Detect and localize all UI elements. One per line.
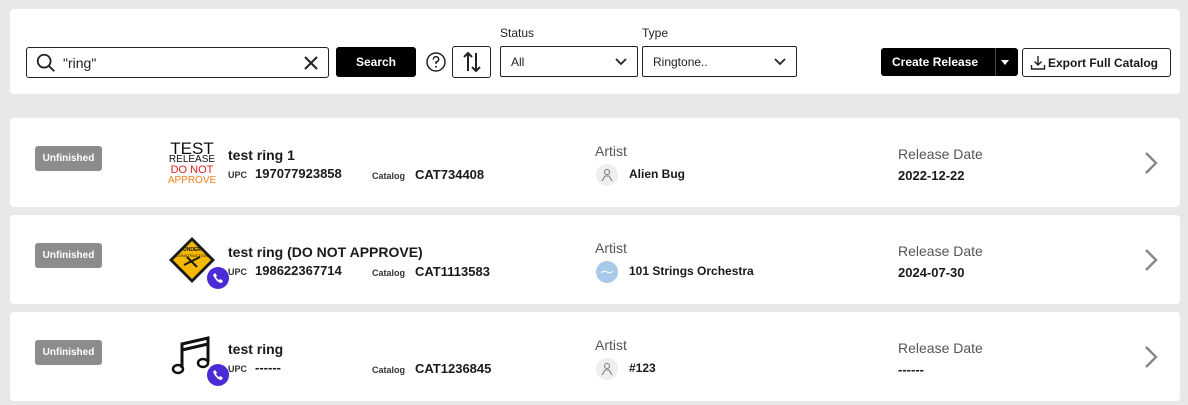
chevron-right-icon[interactable] — [1141, 247, 1161, 273]
phone-icon — [207, 364, 229, 386]
type-label: Type — [642, 26, 669, 40]
button-divider — [995, 48, 996, 76]
release-card[interactable]: Unfinished test ring UPC ------ Catalog … — [10, 312, 1180, 401]
release-artwork: TEST RELEASE DO NOT APPROVE — [167, 138, 217, 188]
search-field[interactable] — [63, 54, 302, 71]
upc-value: ------ — [255, 360, 281, 375]
upc-label: UPC — [228, 267, 248, 277]
upc-label: UPC — [228, 170, 248, 180]
upc-value: 198622367714 — [255, 263, 342, 278]
avatar — [596, 261, 618, 283]
artist-label: Artist — [595, 143, 627, 159]
status-badge: Unfinished — [35, 146, 102, 171]
release-title: test ring — [228, 341, 284, 357]
status-value: All — [511, 54, 525, 69]
artwork-text: CONSTRUCTION — [175, 253, 209, 258]
chevron-right-icon[interactable] — [1141, 344, 1161, 370]
artist-label: Artist — [595, 240, 627, 256]
artist-name: 101 Strings Orchestra — [629, 264, 754, 278]
status-badge: Unfinished — [35, 243, 102, 268]
download-icon — [1030, 55, 1046, 70]
chevron-right-icon[interactable] — [1141, 150, 1161, 176]
sort-button[interactable] — [452, 46, 491, 78]
artwork-text: APPROVE — [167, 175, 217, 186]
export-label: Export Full Catalog — [1048, 55, 1159, 70]
phone-icon — [207, 267, 229, 289]
release-date-label: Release Date — [898, 243, 983, 259]
release-date-value: ------ — [898, 362, 924, 377]
release-title: test ring 1 — [228, 147, 295, 163]
avatar — [596, 164, 618, 186]
status-label: Status — [500, 26, 535, 40]
type-value: Ringtone.. — [653, 54, 708, 69]
chevron-down-icon — [615, 57, 627, 65]
artist-name: #123 — [629, 361, 656, 375]
release-date-value: 2024-07-30 — [898, 265, 965, 280]
catalog-label: Catalog — [372, 171, 406, 181]
user-placeholder-icon — [601, 169, 613, 182]
artist-name: Alien Bug — [629, 167, 685, 181]
chevron-down-icon — [774, 57, 786, 65]
sort-icon — [462, 51, 481, 73]
avatar — [596, 358, 618, 380]
export-catalog-button[interactable]: Export Full Catalog — [1022, 48, 1171, 77]
search-input[interactable] — [26, 47, 329, 78]
toolbar: Search Status All Type Ringtone.. Create… — [10, 9, 1180, 94]
type-select[interactable]: Ringtone.. — [642, 46, 797, 77]
release-title: test ring (DO NOT APPROVE) — [228, 244, 423, 260]
create-release-label: Create Release — [892, 55, 979, 69]
catalog-value: CAT1236845 — [415, 361, 492, 376]
user-placeholder-icon — [601, 363, 613, 376]
catalog-value: CAT1113583 — [415, 264, 490, 279]
caret-down-icon[interactable] — [1001, 60, 1009, 65]
artist-label: Artist — [595, 337, 627, 353]
catalog-label: Catalog — [372, 365, 406, 375]
release-date-label: Release Date — [898, 146, 983, 162]
upc-label: UPC — [228, 364, 248, 374]
clear-icon[interactable] — [302, 54, 320, 72]
upc-value: 197077923858 — [255, 166, 342, 181]
status-badge: Unfinished — [35, 340, 102, 365]
release-card[interactable]: Unfinished UNDER CONSTRUCTION test ring … — [10, 215, 1180, 304]
release-date-value: 2022-12-22 — [898, 168, 965, 183]
status-select[interactable]: All — [500, 46, 638, 77]
catalog-label: Catalog — [372, 268, 406, 278]
release-date-label: Release Date — [898, 340, 983, 356]
create-release-button[interactable]: Create Release — [881, 48, 1018, 76]
release-card[interactable]: Unfinished TEST RELEASE DO NOT APPROVE t… — [10, 118, 1180, 207]
catalog-value: CAT734408 — [415, 167, 485, 182]
search-icon — [36, 53, 55, 72]
artist-photo-icon — [596, 261, 618, 283]
help-icon[interactable] — [426, 52, 446, 72]
search-button[interactable]: Search — [336, 47, 416, 77]
